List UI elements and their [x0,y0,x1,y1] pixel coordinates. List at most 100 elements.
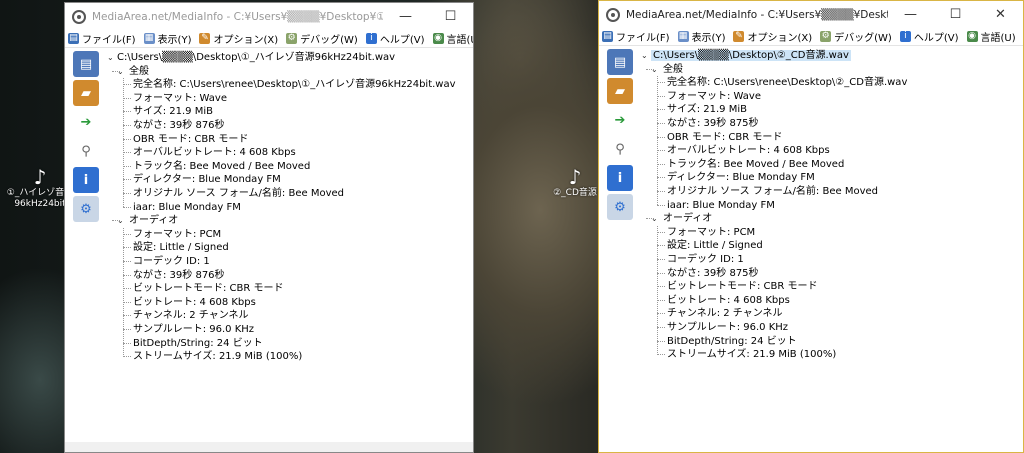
tree-connector [657,299,665,301]
menu-file[interactable]: ▤ ファイル(F) [599,29,675,44]
debug-menu-icon: ⚙ [820,31,832,42]
collapse-toggle-icon[interactable]: ⌄ [641,49,651,62]
info-field: フォーマット: Wave [133,92,227,104]
section-audio-header[interactable]: オーディオ [663,212,712,225]
tree-connector [657,225,658,355]
info-field: ディレクター: Blue Monday FM [667,172,815,184]
tree-connector [657,327,665,328]
tree-connector [123,356,131,358]
info-field: 設定: Little / Signed [133,242,229,254]
menu-help[interactable]: i ヘルプ(V) [363,31,430,46]
tree-connector [123,111,131,113]
horizontal-scrollbar[interactable] [65,442,473,452]
tree-connector [123,227,124,357]
info-field: チャンネル: 2 チャンネル [133,310,249,322]
tree-connector [657,109,665,111]
section-general-header[interactable]: 全般 [663,63,683,76]
collapse-toggle-icon[interactable]: ⌄ [107,51,117,64]
collapse-toggle-icon[interactable]: ⌄ [651,63,661,76]
tree-connector [123,206,131,208]
tree-connector [123,301,131,303]
menu-help[interactable]: i ヘルプ(V) [897,29,964,44]
menu-language[interactable]: ◉言語(U) [964,29,1021,44]
file-path-node[interactable]: C:\Users\▒▒▒▒\Desktop\①_ハイレゾ音源96kHz24bit… [117,51,395,64]
search-icon: ⚲ [81,143,91,159]
info-field: トラック名: Bee Moved / Bee Moved [133,160,311,172]
info-field: コーデック ID: 1 [667,254,744,265]
collapse-toggle-icon[interactable]: ⌄ [117,65,127,78]
section-audio-header[interactable]: オーディオ [129,214,178,227]
info-field: サンプルレート: 96.0 KHz [667,322,789,333]
info-icon: i [617,170,623,186]
export-icon: ➔ [614,112,626,128]
info-field: OBR モード: CBR モード [667,131,783,143]
options-menu-icon: ✎ [199,33,211,44]
info-field: ながさ: 39秒 876秒 [133,269,225,281]
menu-file[interactable]: ▤ ファイル(F) [65,31,141,46]
language-menu-icon: ◉ [432,33,444,44]
menu-view[interactable]: ▦ 表示(Y) [675,29,731,44]
title-bar[interactable]: MediaArea.net/MediaInfo - C:¥Users¥▒▒▒▒¥… [599,1,1023,28]
tree-connector [123,165,131,167]
maximize-button[interactable]: ☐ [933,1,978,28]
preferences-button[interactable]: ⚙ [73,196,99,222]
minimize-button[interactable]: — [383,3,428,30]
menu-label: 言語(U) [980,33,1016,44]
info-field: 設定: Little / Signed [667,240,763,252]
open-folder-button[interactable]: ▰ [607,78,633,104]
open-file-button[interactable]: ▤ [73,51,99,77]
search-button[interactable]: ⚲ [607,136,633,162]
minimize-button[interactable]: — [888,1,933,28]
menu-options[interactable]: ✎ オプション(X) [730,29,817,44]
info-tree: ⌄ C:\Users\▒▒▒▒\Desktop\②_CD音源.wav ⌄ 全般 完全名称… [641,46,1023,452]
menu-label: デバッグ(W) [300,35,358,46]
menu-options[interactable]: ✎ オプション(X) [196,31,283,46]
menu-view[interactable]: ▦ 表示(Y) [141,31,197,46]
export-button[interactable]: ➔ [73,109,99,135]
collapse-toggle-icon[interactable]: ⌄ [651,212,661,225]
menu-debug[interactable]: ⚙ デバッグ(W) [283,31,363,46]
close-button[interactable]: ✕ [978,1,1023,28]
file-path-node[interactable]: C:\Users\▒▒▒▒\Desktop\②_CD音源.wav [651,49,851,62]
tree-connector [657,191,665,192]
info-field: コーデック ID: 1 [133,256,210,267]
section-general-header[interactable]: 全般 [129,65,149,78]
tree-connector [123,261,131,262]
info-field: ストリームサイズ: 21.9 MiB (100%) [667,349,837,361]
search-button[interactable]: ⚲ [73,138,99,164]
file-path: C:\Users\▒▒▒▒\Desktop\①_ハイレゾ音源96kHz24bit… [117,52,396,63]
tree-connector [657,259,665,260]
tree-connector [123,329,131,330]
menu-debug[interactable]: ⚙ デバッグ(W) [817,29,897,44]
info-field: ストリームサイズ: 21.9 MiB (100%) [133,351,303,363]
maximize-button[interactable]: ☐ [428,3,473,30]
info-field: BitDepth/String: 24 ビット [667,335,797,347]
info-field: 完全名称: C:\Users\renee\Desktop\①_ハイレゾ音源96k… [133,79,456,91]
toolbar: ▤ ▰ ➔ ⚲ i ⚙ [65,48,107,452]
tree-connector [123,179,131,181]
menu-label: ヘルプ(V) [913,33,959,44]
info-button[interactable]: i [73,167,99,193]
info-field: オリジナル ソース フォーム/名前: Bee Moved [133,188,344,199]
open-file-button[interactable]: ▤ [607,49,633,75]
info-field: ディレクター: Blue Monday FM [133,174,281,186]
open-folder-button[interactable]: ▰ [73,80,99,106]
preferences-icon: ⚙ [614,199,626,215]
info-field: ながさ: 39秒 875秒 [667,118,759,129]
menu-language[interactable]: ◉言語(U) [430,31,473,46]
info-field: オーバルビットレート: 4 608 Kbps [667,145,830,157]
info-field: ビットレート: 4 608 Kbps [133,296,256,308]
preferences-button[interactable]: ⚙ [607,194,633,220]
tree-connector [123,84,131,86]
info-button[interactable]: i [607,165,633,191]
tree-connector [657,245,665,247]
tree-connector [657,95,665,97]
info-field: フォーマット: PCM [667,226,756,238]
tree-connector [123,97,131,99]
tree-connector [657,204,665,206]
tree-connector [123,233,131,235]
collapse-toggle-icon[interactable]: ⌄ [117,214,127,227]
export-button[interactable]: ➔ [607,107,633,133]
title-bar[interactable]: MediaArea.net/MediaInfo - C:¥Users¥▒▒▒▒¥… [65,3,473,30]
mediainfo-app-icon [606,7,620,22]
